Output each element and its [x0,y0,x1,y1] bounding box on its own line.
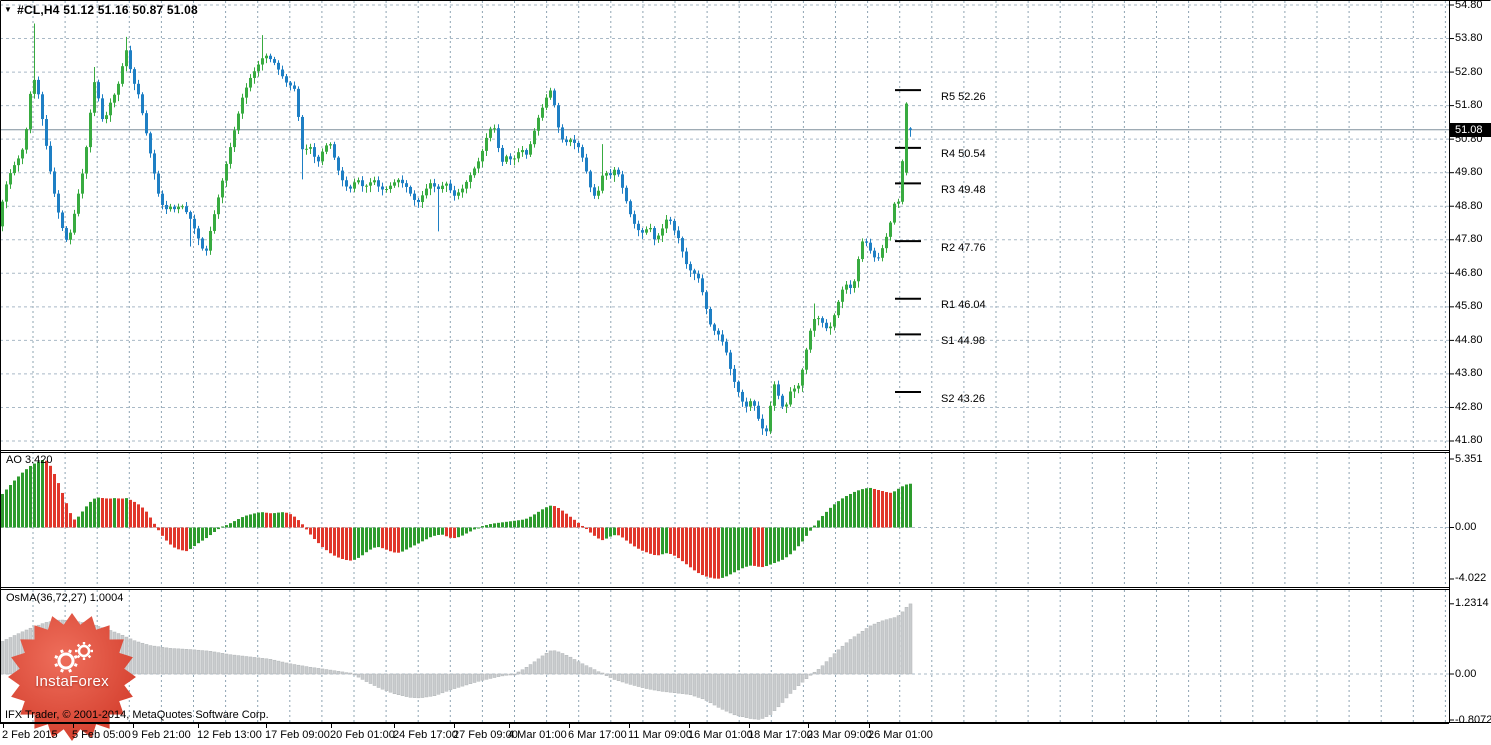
date-axis-label: 17 Feb 09:00 [265,729,330,741]
price-axis-label: 48.80 [1455,199,1483,212]
osma-axis-label: 0.00 [1455,667,1477,680]
symbol-title: ▼ #CL,H4 51.12 51.16 50.87 51.08 [4,3,198,17]
ao-axis-label: 0.00 [1455,521,1477,533]
date-axis-label: 11 Mar 09:00 [628,729,693,741]
date-axis-label: 23 Mar 09:00 [807,729,872,741]
price-axis-label: 43.80 [1455,367,1483,380]
price-axis-label: 47.80 [1455,233,1483,246]
ao-indicator-label: AO 3.420 [6,454,53,466]
price-axis-label: 46.80 [1455,266,1483,279]
current-price-badge: 51.08 [1450,122,1491,137]
date-axis-label: 18 Mar 17:00 [748,729,813,741]
copyright-text: IFX Trader, © 2001-2014, MetaQuotes Soft… [5,709,269,721]
price-axis-label: 49.80 [1455,166,1483,179]
current-price-value: 51.08 [1455,123,1483,136]
pivot-label: R3 49.48 [941,183,986,196]
date-axis-label: 26 Mar 01:00 [868,729,933,741]
date-axis-label: 24 Feb 17:00 [393,729,458,741]
price-axis-label: 52.80 [1455,65,1483,78]
date-axis-label: 6 Mar 17:00 [568,729,627,741]
ao-axis-label: -4.022 [1455,572,1487,585]
date-axis-label: 16 Mar 01:00 [688,729,753,741]
date-axis-label: 12 Feb 13:00 [197,729,262,741]
date-axis-label: 5 Feb 05:00 [72,729,131,741]
date-axis-label: 4 Mar 01:00 [508,729,567,741]
pivot-label: S2 43.26 [941,392,986,405]
symbol-ohlc-text: #CL,H4 51.12 51.16 50.87 51.08 [17,3,198,17]
trading-chart-window: ▼ #CL,H4 51.12 51.16 50.87 51.08 AO 3.420… [0,0,1491,745]
date-axis-label: 2 Feb 2015 [2,729,58,741]
date-axis-label: 20 Feb 01:00 [330,729,395,741]
price-axis-label: 51.80 [1455,99,1483,112]
symbol-dropdown-icon[interactable]: ▼ [4,5,12,14]
price-axis-label: 42.80 [1455,400,1483,413]
chart-canvas[interactable] [0,0,1491,745]
chart-background [0,0,1491,745]
pivot-label: R5 52.26 [941,90,986,103]
date-axis-label: 9 Feb 21:00 [132,729,191,741]
osma-axis-label: 1.2314 [1455,597,1489,610]
osma-axis-label: -0.8072 [1455,713,1491,726]
price-axis-label: 41.80 [1455,434,1483,447]
price-axis-label: 54.80 [1455,0,1483,11]
instaforex-wordmark: InstaForex [35,673,109,690]
osma-indicator-label: OsMA(36,72,27) 1.0004 [6,592,124,604]
price-axis-label: 53.80 [1455,32,1483,45]
ao-axis-label: 5.351 [1455,452,1483,465]
price-axis-label: 45.80 [1455,300,1483,313]
pivot-label: S1 44.98 [941,334,986,347]
pivot-label: R1 46.04 [941,299,986,312]
pivot-label: R2 47.76 [941,241,986,254]
pivot-label: R4 50.54 [941,148,986,161]
price-axis-label: 44.80 [1455,333,1483,346]
